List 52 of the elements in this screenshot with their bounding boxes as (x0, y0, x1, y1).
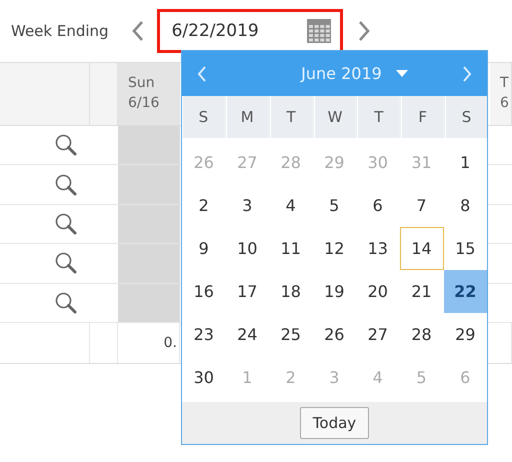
calendar-day[interactable]: 6 (356, 184, 400, 227)
calendar-day[interactable]: 21 (400, 270, 444, 313)
weekday-label: F (401, 96, 444, 138)
calendar-day[interactable]: 16 (182, 270, 226, 313)
calendar-day[interactable]: 7 (400, 184, 444, 227)
caret-icon (396, 70, 408, 78)
total-cell: 0. (118, 322, 180, 363)
weekday-label: W (314, 96, 356, 138)
calendar-day[interactable]: 30 (182, 356, 226, 399)
calendar-day[interactable]: 5 (312, 184, 356, 227)
calendar-icon[interactable] (306, 18, 332, 44)
calendar-day[interactable]: 9 (182, 227, 226, 270)
date-field[interactable]: 6/22/2019 (156, 9, 343, 53)
weekday-label: M (226, 96, 268, 138)
calendar-day[interactable]: 19 (312, 270, 356, 313)
search-icon[interactable] (54, 290, 78, 315)
calendar-day[interactable]: 27 (356, 313, 400, 356)
calendar-day[interactable]: 4 (269, 184, 312, 227)
weekday-label: T (270, 96, 312, 138)
calendar-day[interactable]: 17 (226, 270, 269, 313)
calendar-day[interactable]: 29 (444, 313, 487, 356)
weekday-label: S (182, 96, 224, 138)
search-icon[interactable] (54, 172, 78, 197)
calendar-day[interactable]: 28 (400, 313, 444, 356)
column-header: T 6 (490, 63, 512, 126)
calendar-day[interactable]: 11 (269, 227, 312, 270)
previous-week-icon[interactable] (130, 19, 145, 43)
calendar-day[interactable]: 10 (226, 227, 269, 270)
search-icon[interactable] (54, 251, 78, 276)
calendar-day[interactable]: 26 (312, 313, 356, 356)
weekday-label: T (357, 96, 400, 138)
week-ending-label: Week Ending (11, 22, 109, 40)
today-button[interactable]: Today (300, 407, 370, 439)
search-icon[interactable] (54, 133, 78, 158)
calendar-day[interactable]: 1 (444, 141, 487, 184)
calendar-day[interactable]: 12 (312, 227, 356, 270)
calendar-day[interactable]: 23 (182, 313, 226, 356)
column-header: Sun 6/16 (118, 63, 180, 126)
calendar-day[interactable]: 22 (444, 270, 487, 313)
calendar-day[interactable]: 14 (400, 227, 444, 270)
calendar-day[interactable]: 2 (182, 184, 226, 227)
calendar-day[interactable]: 15 (444, 227, 487, 270)
weekday-label: S (445, 96, 487, 138)
calendar-day[interactable]: 13 (356, 227, 400, 270)
calendar-day[interactable]: 18 (269, 270, 312, 313)
calendar-day[interactable]: 20 (356, 270, 400, 313)
calendar-day[interactable]: 25 (269, 313, 312, 356)
calendar-day[interactable]: 24 (226, 313, 269, 356)
calendar-day[interactable]: 8 (444, 184, 487, 227)
search-icon[interactable] (54, 212, 78, 236)
calendar-day[interactable]: 3 (226, 184, 269, 227)
next-week-icon[interactable] (356, 19, 371, 43)
